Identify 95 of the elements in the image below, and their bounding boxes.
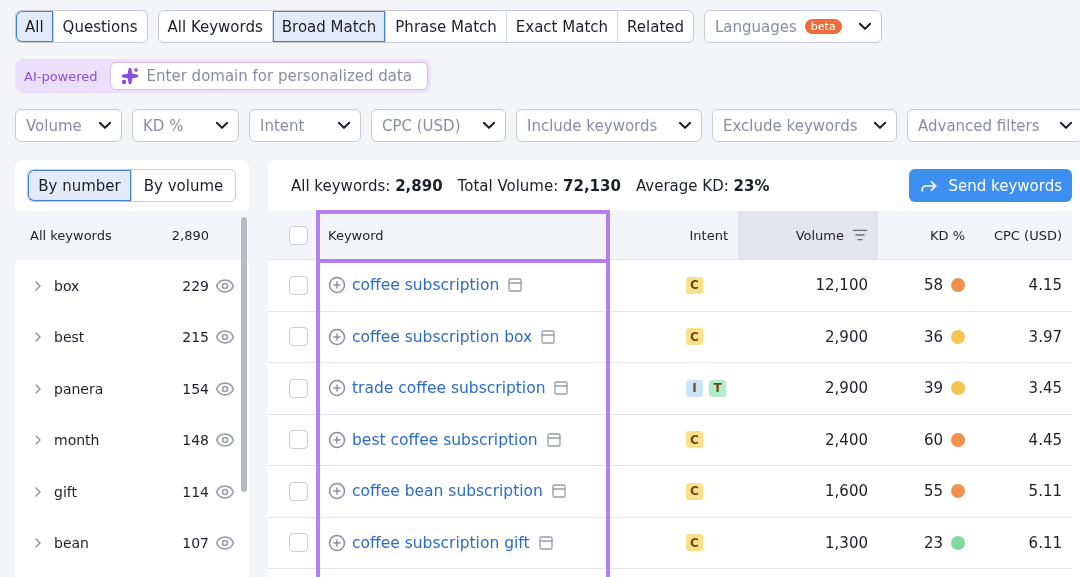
volume-cell: 2,900 (738, 363, 878, 415)
chevron-down-icon (483, 122, 495, 129)
row-checkbox[interactable] (289, 533, 308, 553)
kd-value: 23 (923, 533, 943, 552)
cpc-cell: 6.11 (975, 517, 1072, 569)
kd-value: 36 (923, 327, 943, 346)
match-type-tab[interactable]: Related (617, 11, 693, 42)
sort-icon[interactable] (852, 227, 868, 243)
keyword-link[interactable]: coffee bean subscription (352, 482, 543, 501)
keyword-link[interactable]: coffee subscription gift (352, 533, 530, 552)
column-header[interactable]: CPC (USD) (975, 211, 1072, 260)
group-count: 154 (182, 380, 209, 397)
intent-badge: C (686, 328, 703, 346)
group-sort-tab[interactable]: By number (28, 170, 131, 201)
cpc-cell: 3.97 (975, 311, 1072, 363)
volume-cell: 1,300 (738, 517, 878, 569)
serp-icon[interactable] (507, 277, 524, 294)
cpc-cell: 3.45 (975, 363, 1072, 415)
add-circle-icon[interactable] (328, 430, 346, 449)
row-checkbox[interactable] (289, 275, 308, 295)
keyword-link[interactable]: best coffee subscription (352, 430, 538, 449)
match-type-tab[interactable]: Phrase Match (385, 11, 506, 42)
kd-value: 60 (923, 430, 943, 449)
group-label[interactable]: panera (54, 380, 183, 397)
scrollbar[interactable] (241, 217, 247, 492)
match-type-tab[interactable]: Exact Match (505, 11, 618, 42)
group-count: 2,890 (171, 228, 209, 243)
cpc-cell: 5.11 (975, 466, 1072, 518)
group-label[interactable]: best (54, 329, 183, 346)
keyword-link[interactable]: trade coffee subscription (352, 379, 546, 398)
row-checkbox[interactable] (289, 481, 308, 501)
add-circle-icon[interactable] (328, 482, 346, 501)
serp-icon[interactable] (540, 328, 557, 345)
intent-badge: C (686, 482, 703, 500)
intent-badge: I (686, 379, 703, 397)
kd-value: 39 (923, 379, 943, 398)
sparkles-icon (120, 67, 139, 85)
intent-badge: C (686, 276, 703, 294)
serp-icon[interactable] (553, 380, 570, 397)
kd-value: 55 (923, 482, 943, 501)
keyword-link[interactable]: coffee subscription (352, 276, 500, 295)
kd-value: 58 (923, 276, 943, 295)
volume-cell: 1,600 (738, 466, 878, 518)
ai-powered-label: AI-powered (23, 68, 99, 84)
add-circle-icon[interactable] (328, 327, 346, 346)
chevron-down-icon (99, 122, 111, 129)
intent-badge: C (686, 534, 703, 552)
select-all-checkbox[interactable] (289, 225, 308, 245)
group-count: 148 (182, 432, 209, 449)
intent-badge: T (709, 379, 726, 397)
intent-badge: C (686, 431, 703, 449)
chevron-down-icon (1060, 122, 1072, 129)
summary-stat: All keywords: 2,890 (291, 176, 443, 195)
volume-cell: 12,100 (738, 260, 878, 312)
add-circle-icon[interactable] (328, 379, 346, 398)
group-label[interactable]: bean (54, 535, 183, 552)
row-checkbox[interactable] (289, 430, 308, 450)
summary-stat: Total Volume: 72,130 (457, 176, 621, 195)
domain-input-field[interactable]: Enter domain for personalized data (109, 62, 428, 90)
match-type-tab[interactable]: All Keywords (158, 11, 272, 42)
serp-icon[interactable] (537, 534, 554, 551)
group-count: 107 (182, 535, 209, 552)
chevron-down-icon (216, 122, 228, 129)
group-count: 215 (182, 329, 209, 346)
volume-cell: 2,900 (738, 311, 878, 363)
group-sort-tab[interactable]: By volume (131, 170, 235, 201)
search-type-tab[interactable]: Questions (52, 11, 147, 42)
row-checkbox[interactable] (289, 327, 308, 347)
add-circle-icon[interactable] (328, 533, 346, 552)
group-count: 229 (182, 277, 209, 294)
serp-icon[interactable] (550, 483, 567, 500)
group-label: All keywords (30, 228, 112, 243)
serp-icon[interactable] (545, 431, 562, 448)
search-type-tab[interactable]: All (16, 11, 53, 42)
group-label[interactable]: box (54, 277, 183, 294)
add-circle-icon[interactable] (328, 276, 346, 295)
keyword-link[interactable]: coffee subscription box (352, 327, 533, 346)
group-label[interactable]: month (54, 432, 183, 449)
column-header[interactable]: Intent (608, 211, 738, 260)
chevron-down-icon (874, 122, 886, 129)
group-count: 114 (182, 483, 209, 500)
volume-cell: 2,400 (738, 414, 878, 466)
column-header[interactable]: KD % (878, 211, 975, 260)
cpc-cell: 4.45 (975, 414, 1072, 466)
chevron-down-icon (338, 122, 350, 129)
chevron-down-icon (679, 122, 691, 129)
chevron-down-icon (859, 23, 871, 30)
cpc-cell: 4.15 (975, 260, 1072, 312)
beta-badge: beta (804, 19, 842, 34)
column-header[interactable]: Volume (738, 211, 878, 260)
all-keywords-row[interactable]: All keywords 2,890 (15, 211, 249, 260)
row-checkbox[interactable] (289, 378, 308, 398)
match-type-tab[interactable]: Broad Match (271, 11, 386, 42)
summary-stat: Average KD: 23% (635, 176, 770, 195)
group-label[interactable]: gift (54, 483, 183, 500)
